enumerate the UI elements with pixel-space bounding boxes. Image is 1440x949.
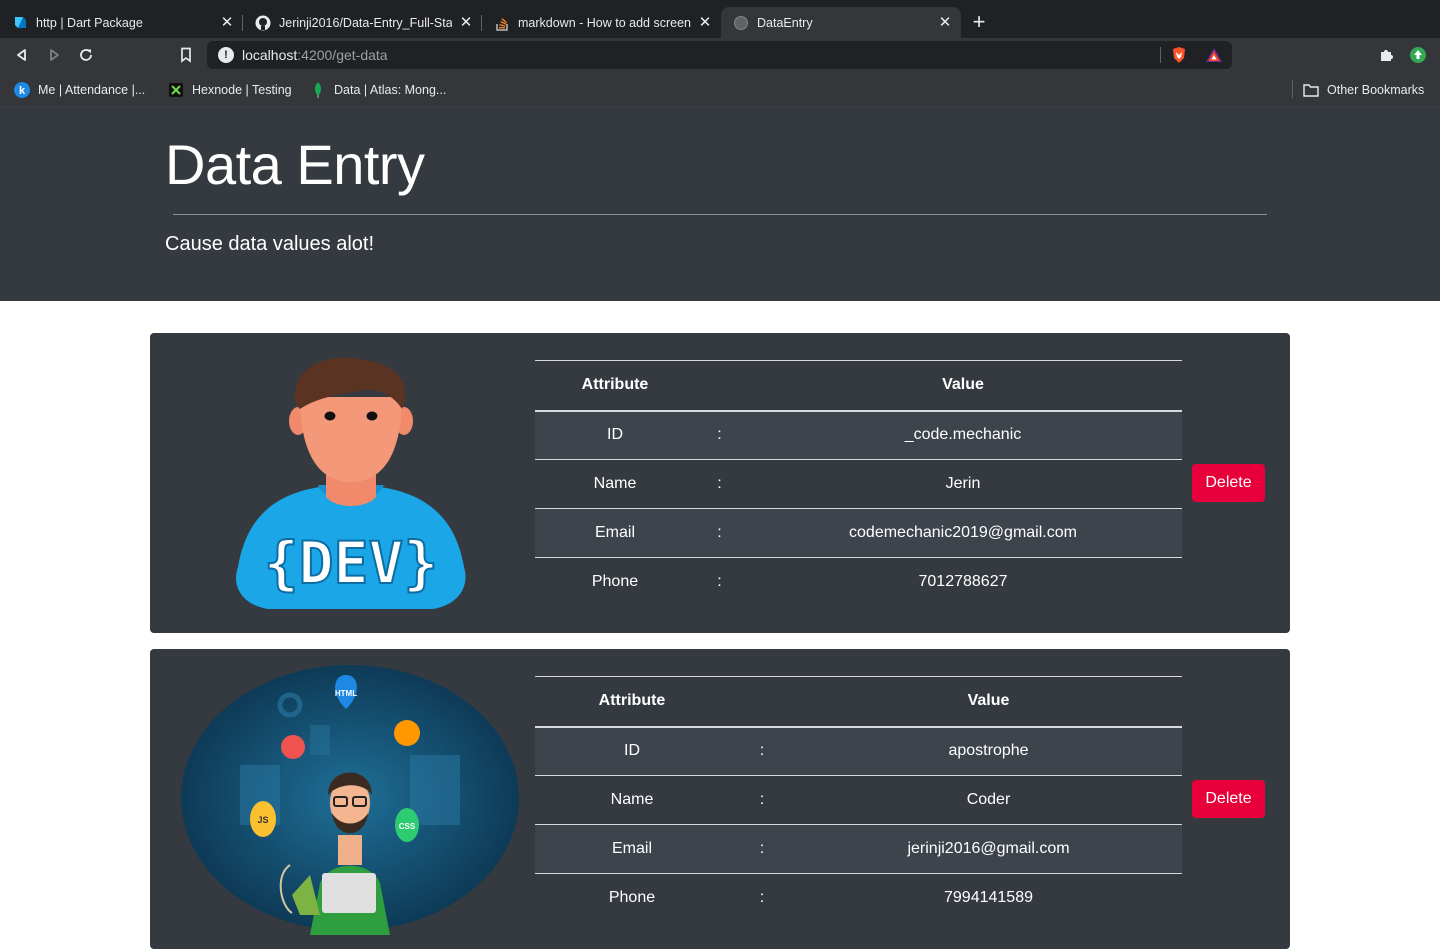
- row-value: 7012788627: [918, 573, 1008, 591]
- github-icon: [255, 15, 271, 31]
- row-separator: :: [695, 459, 744, 509]
- close-icon[interactable]: ✕: [458, 14, 474, 31]
- attribute-header: Attribute: [535, 360, 695, 412]
- value-header: Value: [744, 360, 1182, 412]
- extensions-icon[interactable]: [1375, 44, 1397, 66]
- url-text[interactable]: localhost:4200/get-data: [242, 47, 388, 63]
- separator-header: [695, 360, 744, 412]
- row-label: ID: [535, 726, 729, 776]
- table-row: Phone : 7012788627: [535, 558, 1182, 607]
- close-icon[interactable]: ✕: [219, 14, 235, 31]
- hexnode-icon: [168, 82, 184, 98]
- row-value: apostrophe: [795, 726, 1182, 776]
- attribute-table: Attribute Value ID : _code.mechanic Name…: [535, 360, 1182, 607]
- brave-rewards-icon[interactable]: [1205, 47, 1223, 68]
- table-row: Phone : 7994141589: [535, 874, 1182, 923]
- dev-avatar-image: {DEV}: [218, 357, 483, 615]
- mongodb-leaf-icon: [310, 82, 326, 98]
- row-label: Email: [535, 824, 729, 874]
- row-separator: :: [717, 573, 722, 591]
- row-value: Jerin: [744, 459, 1182, 509]
- omnibox-divider: [1160, 47, 1161, 63]
- row-value: 7994141589: [944, 889, 1033, 907]
- reload-icon[interactable]: [75, 44, 97, 66]
- table-row: Email : codemechanic2019@gmail.com: [535, 508, 1182, 558]
- browser-tab[interactable]: markdown - How to add screens ✕: [482, 7, 721, 38]
- row-value: codemechanic2019@gmail.com: [744, 508, 1182, 558]
- info-icon[interactable]: !: [218, 47, 234, 63]
- tab-title: Jerinji2016/Data-Entry_Full-Stac: [279, 15, 452, 30]
- delete-button[interactable]: Delete: [1192, 464, 1265, 502]
- svg-text:JS: JS: [257, 815, 268, 825]
- table-row: Name : Coder: [535, 775, 1182, 825]
- row-label: Phone: [591, 573, 639, 591]
- forward-icon[interactable]: [43, 44, 65, 66]
- row-label: Name: [535, 459, 695, 509]
- tab-title: markdown - How to add screens: [518, 15, 691, 30]
- row-separator: :: [729, 726, 795, 776]
- folder-icon: [1303, 82, 1319, 98]
- back-icon[interactable]: [11, 44, 33, 66]
- row-separator: :: [729, 775, 795, 825]
- coder-avatar-image: HTML JS CSS: [180, 665, 520, 940]
- css-badge-icon: CSS: [395, 808, 419, 842]
- row-separator: :: [695, 508, 744, 558]
- browser-tab[interactable]: http | Dart Package ✕: [0, 7, 243, 38]
- address-bar[interactable]: ! localhost:4200/get-data: [207, 41, 1232, 69]
- other-bookmarks[interactable]: Other Bookmarks: [1303, 81, 1424, 99]
- new-tab-button[interactable]: +: [968, 11, 990, 33]
- js-badge-icon: JS: [250, 801, 276, 837]
- dev-text: {DEV}: [264, 529, 439, 597]
- row-separator: :: [729, 824, 795, 874]
- value-header: Value: [795, 676, 1182, 728]
- row-label: Name: [535, 775, 729, 825]
- delete-button[interactable]: Delete: [1192, 780, 1265, 818]
- browser-tab-bar: http | Dart Package ✕ Jerinji2016/Data-E…: [0, 0, 1440, 38]
- close-icon[interactable]: ✕: [697, 14, 713, 31]
- record-card: HTML JS CSS Attribute Value ID: apostro…: [150, 649, 1290, 949]
- row-label: Phone: [608, 889, 656, 907]
- tab-title: DataEntry: [757, 15, 813, 30]
- browser-toolbar: ! localhost:4200/get-data: [0, 38, 1440, 72]
- page-title: Data Entry: [165, 133, 425, 196]
- bookmark-icon[interactable]: [175, 44, 197, 66]
- brave-shield-icon[interactable]: [1171, 46, 1187, 69]
- browser-tab[interactable]: Jerinji2016/Data-Entry_Full-Stac ✕: [243, 7, 482, 38]
- globe-icon: [733, 15, 749, 31]
- row-value: _code.mechanic: [744, 410, 1182, 460]
- record-card: {DEV} Attribute Value ID : _code.mechani…: [150, 333, 1290, 633]
- table-row: Email : jerinji2016@gmail.com: [535, 824, 1182, 874]
- row-label: ID: [535, 410, 695, 460]
- jumbotron-header: Data Entry Cause data values alot!: [0, 107, 1440, 301]
- update-icon[interactable]: [1407, 44, 1429, 66]
- bookmarks-bar: k Me | Attendance |... Hexnode | Testing…: [0, 72, 1440, 107]
- table-row: ID : apostrophe: [535, 726, 1182, 776]
- attribute-header: Attribute: [535, 676, 729, 728]
- svg-text:k: k: [19, 85, 26, 97]
- attribute-table: Attribute Value ID : apostrophe Name : C…: [535, 676, 1182, 923]
- bookmark-item[interactable]: k Me | Attendance |...: [14, 81, 145, 99]
- table-row: ID : _code.mechanic: [535, 410, 1182, 460]
- row-separator: :: [759, 889, 765, 907]
- stackoverflow-icon: [494, 15, 510, 31]
- browser-tab-active[interactable]: DataEntry ✕: [721, 7, 961, 38]
- row-separator: :: [695, 410, 744, 460]
- bookmarks-divider: [1292, 80, 1293, 98]
- svg-text:CSS: CSS: [399, 822, 416, 831]
- svg-text:HTML: HTML: [335, 689, 357, 698]
- bookmark-item[interactable]: Hexnode | Testing: [168, 81, 292, 99]
- table-row: Name : Jerin: [535, 459, 1182, 509]
- header-divider: [173, 214, 1267, 215]
- row-label: Email: [535, 508, 695, 558]
- separator-header: [729, 676, 795, 728]
- row-value: Coder: [795, 775, 1182, 825]
- k-icon: k: [14, 82, 30, 98]
- tab-title: http | Dart Package: [36, 15, 143, 30]
- row-value: jerinji2016@gmail.com: [795, 824, 1182, 874]
- bookmark-item[interactable]: Data | Atlas: Mong...: [310, 81, 446, 99]
- page-lead: Cause data values alot!: [165, 233, 375, 255]
- close-icon[interactable]: ✕: [937, 14, 953, 31]
- dart-icon: [12, 15, 28, 31]
